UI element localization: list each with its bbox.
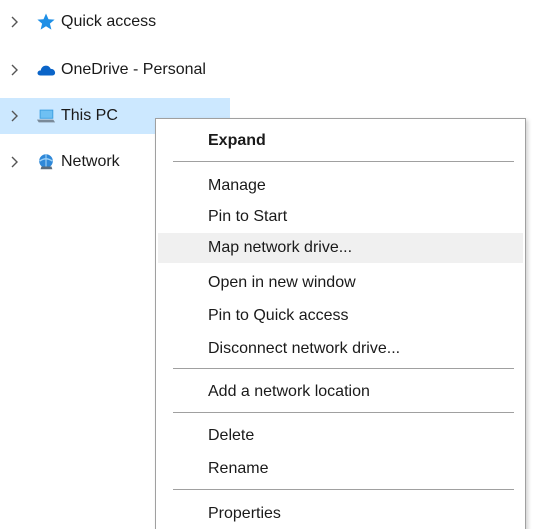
chevron-right-icon[interactable] bbox=[8, 155, 22, 169]
menu-separator bbox=[173, 412, 514, 413]
network-icon bbox=[36, 152, 56, 172]
chevron-right-icon[interactable] bbox=[8, 15, 22, 29]
nav-item-onedrive[interactable]: OneDrive - Personal bbox=[0, 52, 206, 88]
menu-item-disconnect-network-drive[interactable]: Disconnect network drive... bbox=[158, 334, 523, 364]
nav-label: This PC bbox=[61, 107, 118, 124]
menu-item-expand[interactable]: Expand bbox=[158, 126, 523, 156]
menu-item-map-network-drive[interactable]: Map network drive... bbox=[158, 233, 523, 263]
menu-separator bbox=[173, 368, 514, 369]
menu-item-manage[interactable]: Manage bbox=[158, 171, 523, 201]
star-icon bbox=[36, 12, 56, 32]
menu-item-pin-to-quick-access[interactable]: Pin to Quick access bbox=[158, 301, 523, 331]
menu-separator bbox=[173, 489, 514, 490]
menu-item-properties[interactable]: Properties bbox=[158, 499, 523, 529]
nav-label: OneDrive - Personal bbox=[61, 61, 206, 78]
file-explorer-window: Quick access OneDrive - Personal This PC bbox=[0, 0, 535, 529]
menu-item-add-network-location[interactable]: Add a network location bbox=[158, 377, 523, 407]
nav-label: Quick access bbox=[61, 13, 157, 30]
menu-item-pin-to-start[interactable]: Pin to Start bbox=[158, 202, 523, 232]
menu-item-delete[interactable]: Delete bbox=[158, 421, 523, 451]
menu-separator bbox=[173, 161, 514, 162]
context-menu: Expand Manage Pin to Start Map network d… bbox=[155, 118, 526, 529]
cloud-icon bbox=[36, 60, 56, 80]
nav-item-network[interactable]: Network bbox=[0, 144, 120, 180]
nav-item-quick-access[interactable]: Quick access bbox=[0, 4, 156, 40]
chevron-right-icon[interactable] bbox=[8, 109, 22, 123]
nav-label: Network bbox=[61, 153, 120, 170]
computer-icon bbox=[36, 106, 56, 126]
chevron-right-icon[interactable] bbox=[8, 63, 22, 77]
menu-item-open-in-new-window[interactable]: Open in new window bbox=[158, 268, 523, 298]
menu-item-rename[interactable]: Rename bbox=[158, 454, 523, 484]
